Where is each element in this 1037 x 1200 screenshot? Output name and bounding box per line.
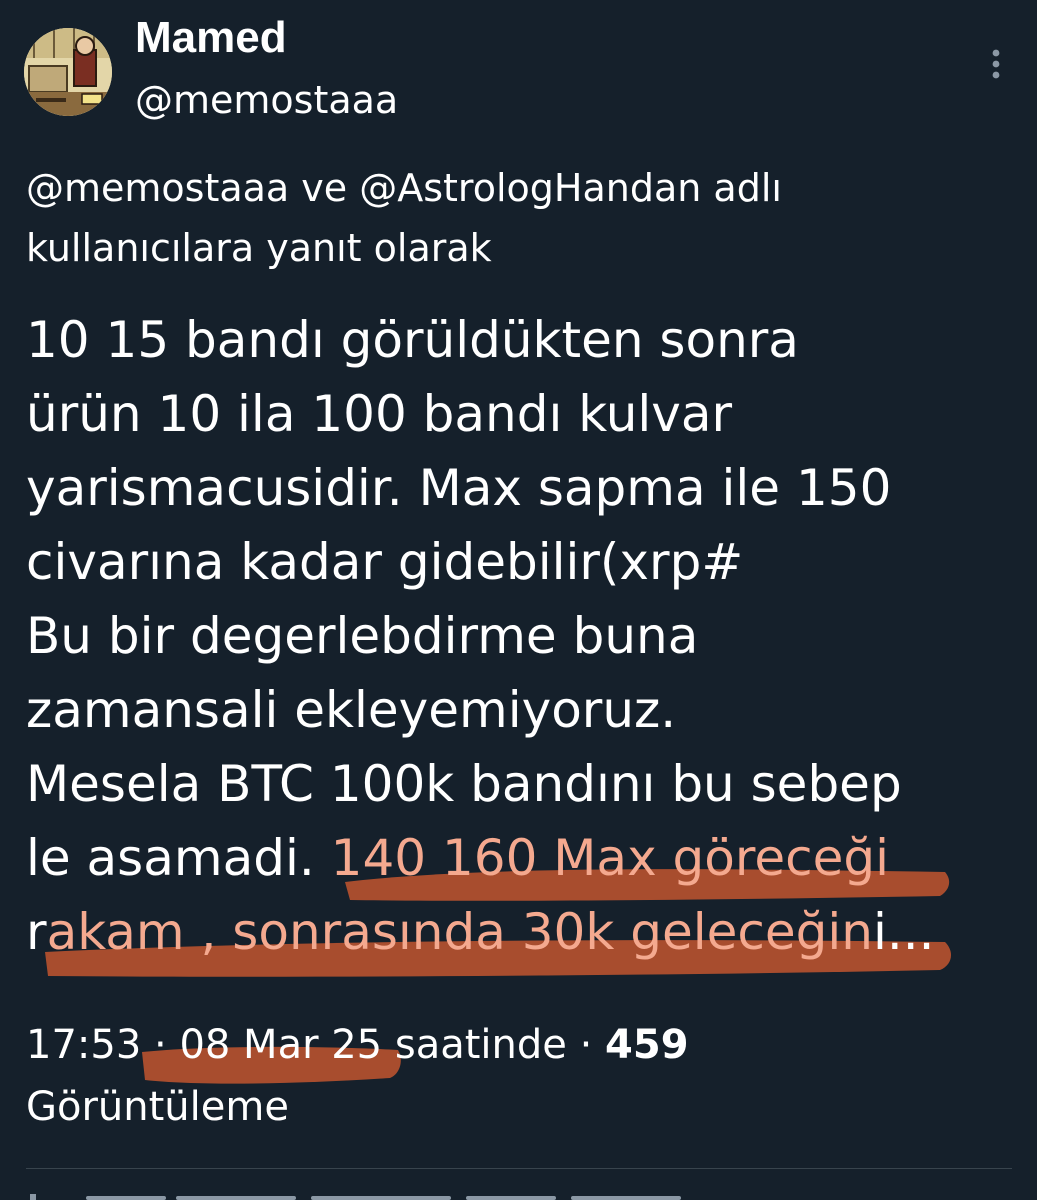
tweet-meta: 17:53 · 08 Mar 25 saatinde · 459 Görüntü… (26, 1014, 1016, 1138)
tweet-line: zamansali ekleyemiyoruz. (26, 681, 677, 739)
tweet-body: 10 15 bandı görüldükten sonra ürün 10 il… (26, 303, 1026, 969)
highlighted-text: 140 160 Max göreceği (330, 829, 889, 887)
more-options-button[interactable] (984, 44, 1008, 84)
tweet-line: 10 15 bandı görüldükten sonra (26, 311, 799, 369)
cut-off-text-icon (30, 1194, 681, 1200)
display-name[interactable]: Mamed (135, 8, 287, 68)
more-vertical-icon (992, 49, 1000, 79)
tweet-text: r (26, 903, 47, 961)
avatar[interactable] (24, 28, 112, 116)
tweet-line: Mesela BTC 100k bandını bu sebep (26, 755, 902, 813)
tweet-line: Bu bir degerlebdirme buna (26, 607, 699, 665)
handle[interactable]: @memostaaa (135, 72, 398, 128)
reply-context: @memostaaa ve @AstrologHandan adlı kulla… (26, 166, 782, 270)
highlighted-text: akam , sonrasında 30k geleceğin (46, 903, 873, 961)
tweet-text: i... (872, 903, 935, 961)
tweet-date[interactable]: 08 Mar 25 (179, 1022, 382, 1068)
separator: · (579, 1022, 593, 1068)
next-row-peek (26, 1184, 726, 1200)
tweet-line: ürün 10 ila 100 bandı kulvar (26, 385, 733, 443)
tweet-line: rakam , sonrasında 30k geleceğini... (26, 895, 1026, 969)
views-label: Görüntüleme (26, 1084, 289, 1130)
tweet-line: civarına kadar gidebilir(xrp# (26, 533, 744, 591)
date-suffix: saatinde (394, 1022, 567, 1068)
separator: · (154, 1022, 167, 1068)
tweet-line: yarismacusidir. Max sapma ile 150 (26, 459, 892, 517)
tweet-time[interactable]: 17:53 (26, 1022, 141, 1068)
views-count: 459 (605, 1022, 689, 1068)
divider (26, 1168, 1012, 1169)
avatar-illustration (24, 28, 112, 116)
tweet-line: le asamadi. 140 160 Max göreceği (26, 821, 1026, 895)
tweet-text: le asamadi. (26, 829, 331, 887)
